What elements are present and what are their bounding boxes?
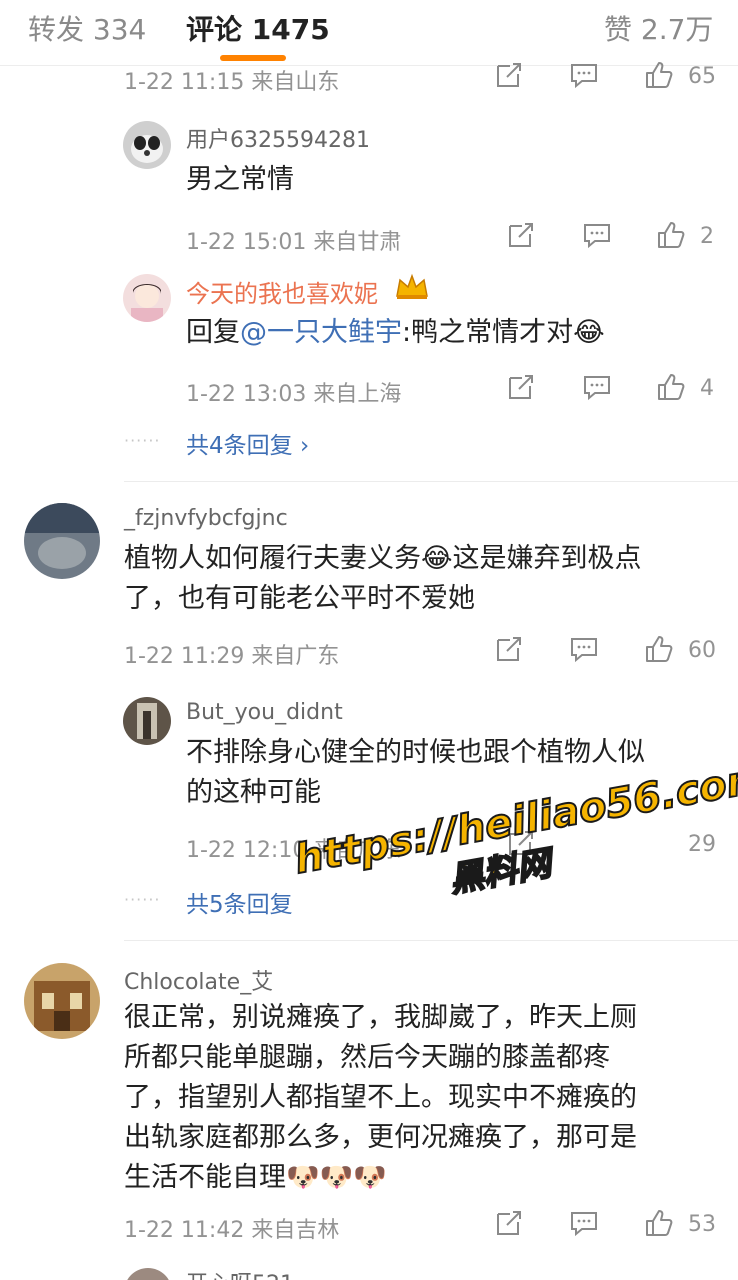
tab-likes[interactable]: 赞 2.7万 bbox=[604, 8, 713, 48]
comment-username[interactable]: 开心呀521 bbox=[186, 1266, 294, 1280]
text-line: 生活不能自理🐶🐶🐶 bbox=[124, 1162, 387, 1193]
more-replies-link[interactable]: 共4条回复 › bbox=[186, 426, 309, 460]
comment-tabs: 转发 334 评论 1475 赞 2.7万 bbox=[0, 0, 738, 66]
comment-time: 1-22 11:15 来自山东 bbox=[124, 70, 340, 95]
reply-icon[interactable] bbox=[569, 1208, 599, 1238]
comment-username[interactable]: Chlocolate_艾 bbox=[124, 964, 273, 996]
like-icon[interactable] bbox=[644, 60, 674, 90]
like-count: 60 bbox=[688, 638, 716, 663]
reply-body: :鸭之常情才对 bbox=[402, 317, 574, 348]
laugh-emoji-icon: 😂 bbox=[573, 317, 605, 348]
avatar[interactable] bbox=[123, 697, 171, 745]
avatar[interactable] bbox=[124, 1268, 172, 1280]
reply-username[interactable]: 用户6325594281 bbox=[186, 122, 370, 154]
avatar[interactable] bbox=[123, 274, 171, 322]
comment-meta: 1-22 11:15 来自山东 65 bbox=[124, 62, 724, 95]
reply-icon[interactable] bbox=[569, 60, 599, 90]
tab-comments[interactable]: 评论 1475 bbox=[186, 8, 330, 48]
like-count: 65 bbox=[688, 64, 716, 89]
avatar[interactable] bbox=[24, 503, 100, 579]
reply-meta: 1-22 13:03 来自上海 4 bbox=[186, 374, 726, 407]
more-replies-link[interactable]: 共5条回复 bbox=[186, 885, 293, 919]
comment-time: 1-22 11:29 来自广东 bbox=[124, 644, 340, 669]
comment-text: 植物人如何履行夫妻义务😂这是嫌弃到极点 了，也有可能老公平时不爱她 bbox=[124, 539, 714, 619]
like-count: 53 bbox=[688, 1212, 716, 1237]
reply-username[interactable]: 今天的我也喜欢妮 bbox=[186, 274, 378, 309]
reply-time: 1-22 13:03 来自上海 bbox=[186, 382, 402, 407]
reply-icon[interactable] bbox=[569, 634, 599, 664]
reply-time: 1-22 15:01 来自甘肃 bbox=[186, 230, 402, 255]
like-icon[interactable] bbox=[656, 372, 686, 402]
comment-meta: 1-22 11:42 来自吉林 53 bbox=[124, 1210, 724, 1243]
text-line: 了，指望别人都指望不上。现实中不瘫痪的 bbox=[124, 1082, 637, 1113]
like-icon[interactable] bbox=[656, 220, 686, 250]
ellipsis-divider: ······ bbox=[124, 890, 161, 909]
mention-link[interactable]: @一只大鲑宇 bbox=[240, 317, 402, 348]
comment-text: 很正常，别说瘫痪了，我脚崴了，昨天上厕 所都只能单腿蹦，然后今天蹦的膝盖都疼 了… bbox=[124, 998, 724, 1198]
share-icon[interactable] bbox=[494, 60, 524, 90]
avatar[interactable] bbox=[123, 121, 171, 169]
share-icon[interactable] bbox=[494, 1208, 524, 1238]
share-icon[interactable] bbox=[494, 634, 524, 664]
share-icon[interactable] bbox=[506, 220, 536, 250]
share-icon[interactable] bbox=[506, 372, 536, 402]
avatar[interactable] bbox=[24, 963, 100, 1039]
like-icon[interactable] bbox=[644, 634, 674, 664]
reply-prefix: 回复 bbox=[186, 317, 240, 348]
comment-time: 1-22 11:42 来自吉林 bbox=[124, 1218, 340, 1243]
reply-meta: 1-22 15:01 来自甘肃 2 bbox=[186, 222, 726, 255]
like-count: 4 bbox=[700, 376, 714, 401]
tab-repost[interactable]: 转发 334 bbox=[28, 8, 146, 48]
text-line: 不排除身心健全的时候也跟个植物人似 bbox=[186, 737, 645, 768]
text-line: 出轨家庭都那么多，更何况瘫痪了，那可是 bbox=[124, 1122, 637, 1153]
text-line: 很正常，别说瘫痪了，我脚崴了，昨天上厕 bbox=[124, 1002, 637, 1033]
comment-meta: 1-22 11:29 来自广东 60 bbox=[124, 636, 724, 669]
text-line: 所都只能单腿蹦，然后今天蹦的膝盖都疼 bbox=[124, 1042, 610, 1073]
like-count: 2 bbox=[700, 224, 714, 249]
reply-icon[interactable] bbox=[582, 372, 612, 402]
active-tab-indicator bbox=[220, 55, 286, 61]
reply-username[interactable]: But_you_didnt bbox=[186, 700, 343, 725]
reply-icon[interactable] bbox=[582, 220, 612, 250]
crown-badge-icon bbox=[394, 272, 430, 302]
reply-text: 回复@一只大鲑宇:鸭之常情才对😂 bbox=[186, 313, 726, 353]
comment-username[interactable]: _fzjnvfybcfgjnc bbox=[124, 506, 288, 531]
like-icon[interactable] bbox=[644, 1208, 674, 1238]
text-line: 了，也有可能老公平时不爱她 bbox=[124, 583, 475, 614]
divider bbox=[124, 481, 738, 482]
reply-text: 男之常情 bbox=[186, 164, 294, 195]
text-line: 植物人如何履行夫妻义务😂这是嫌弃到极点 bbox=[124, 543, 642, 574]
ellipsis-divider: ······ bbox=[124, 431, 161, 450]
